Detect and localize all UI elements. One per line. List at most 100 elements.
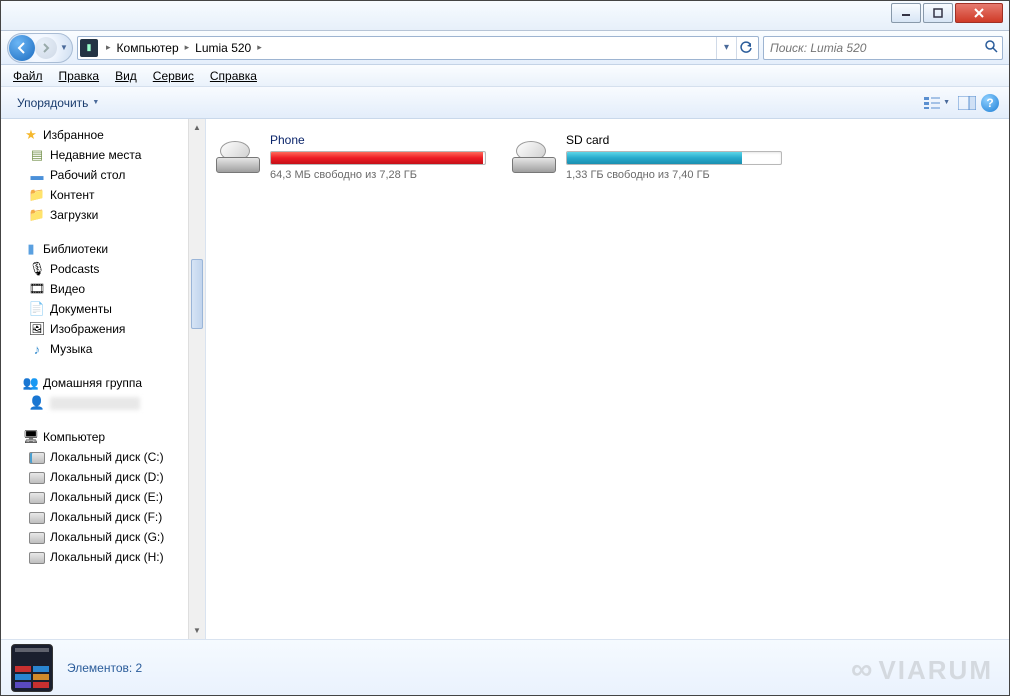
libraries-icon: ▮ bbox=[23, 241, 39, 257]
user-icon: 👤 bbox=[29, 395, 45, 411]
capacity-text: 1,33 ГБ свободно из 7,40 ГБ bbox=[566, 169, 782, 181]
drive-name: Phone bbox=[270, 133, 486, 147]
favorites-label: Избранное bbox=[43, 128, 104, 142]
sidebar-item-pictures[interactable]: 🖼Изображения bbox=[9, 319, 205, 339]
navigation-pane: ★ Избранное ▤Недавние места ▬Рабочий сто… bbox=[1, 119, 206, 639]
organize-button[interactable]: Упорядочить ▼ bbox=[11, 92, 105, 114]
drive-icon bbox=[29, 509, 45, 525]
nav-scrollbar[interactable]: ▲ ▼ bbox=[188, 119, 205, 639]
content-area: Phone 64,3 МБ свободно из 7,28 ГБ SD car… bbox=[206, 119, 1009, 639]
view-icon bbox=[923, 96, 941, 110]
organize-label: Упорядочить bbox=[17, 96, 88, 110]
minimize-button[interactable] bbox=[891, 3, 921, 23]
desktop-icon: ▬ bbox=[29, 167, 45, 183]
forward-button[interactable] bbox=[35, 37, 57, 59]
scroll-thumb[interactable] bbox=[191, 259, 203, 329]
watermark-text: VIARUM bbox=[878, 655, 993, 686]
chevron-down-icon: ▼ bbox=[92, 99, 99, 106]
sidebar-item-podcasts[interactable]: 🎙Podcasts bbox=[9, 259, 205, 279]
computer-icon: 🖥 bbox=[23, 429, 39, 445]
navigation-bar: ▼ ▮ ▸ Компьютер ▸ Lumia 520 ▸ ▾ bbox=[1, 31, 1009, 65]
help-button[interactable]: ? bbox=[981, 94, 999, 112]
drive-item-phone[interactable]: Phone 64,3 МБ свободно из 7,28 ГБ bbox=[216, 133, 486, 181]
search-icon[interactable] bbox=[980, 39, 1002, 56]
homegroup-icon: 👥 bbox=[23, 375, 39, 391]
search-box[interactable] bbox=[763, 36, 1003, 60]
drive-icon bbox=[29, 449, 45, 465]
drive-name: SD card bbox=[566, 133, 782, 147]
pictures-icon: 🖼 bbox=[29, 321, 45, 337]
chevron-right-icon: ▸ bbox=[102, 42, 115, 53]
libraries-label: Библиотеки bbox=[43, 242, 108, 256]
menu-view[interactable]: Вид bbox=[107, 67, 145, 85]
device-icon: ▮ bbox=[80, 39, 98, 57]
scroll-down-button[interactable]: ▼ bbox=[189, 622, 205, 639]
sidebar-item-drive-c[interactable]: Локальный диск (C:) bbox=[9, 447, 205, 467]
chevron-right-icon: ▸ bbox=[181, 42, 194, 53]
sidebar-item-drive-d[interactable]: Локальный диск (D:) bbox=[9, 467, 205, 487]
window-titlebar bbox=[1, 1, 1009, 31]
drive-item-sdcard[interactable]: SD card 1,33 ГБ свободно из 7,40 ГБ bbox=[512, 133, 782, 181]
sidebar-item-drive-f[interactable]: Локальный диск (F:) bbox=[9, 507, 205, 527]
sidebar-item-documents[interactable]: 📄Документы bbox=[9, 299, 205, 319]
scroll-up-button[interactable]: ▲ bbox=[189, 119, 205, 136]
sidebar-item-recent[interactable]: ▤Недавние места bbox=[9, 145, 205, 165]
back-button[interactable] bbox=[9, 35, 35, 61]
sidebar-item-music[interactable]: ♪Музыка bbox=[9, 339, 205, 359]
sidebar-item-video[interactable]: 🎞Видео bbox=[9, 279, 205, 299]
folder-icon: 📁 bbox=[29, 187, 45, 203]
breadcrumb-root[interactable]: Компьютер bbox=[115, 41, 181, 55]
drive-icon bbox=[216, 143, 260, 177]
search-input[interactable] bbox=[764, 41, 980, 55]
menu-edit[interactable]: Правка bbox=[51, 67, 108, 85]
sidebar-item-user[interactable]: 👤 bbox=[9, 393, 205, 413]
drive-icon bbox=[29, 549, 45, 565]
downloads-icon: 📁 bbox=[29, 207, 45, 223]
favorites-header[interactable]: ★ Избранное bbox=[9, 125, 205, 145]
sidebar-item-drive-g[interactable]: Локальный диск (G:) bbox=[9, 527, 205, 547]
command-bar: Упорядочить ▼ ▼ ? bbox=[1, 87, 1009, 119]
menu-tools[interactable]: Сервис bbox=[145, 67, 202, 85]
menu-bar: Файл Правка Вид Сервис Справка bbox=[1, 65, 1009, 87]
video-icon: 🎞 bbox=[29, 281, 45, 297]
sidebar-item-downloads[interactable]: 📁Загрузки bbox=[9, 205, 205, 225]
capacity-bar bbox=[270, 151, 486, 165]
maximize-button[interactable] bbox=[923, 3, 953, 23]
chevron-right-icon: ▸ bbox=[253, 42, 266, 53]
history-dropdown[interactable]: ▼ bbox=[57, 35, 71, 61]
close-button[interactable] bbox=[955, 3, 1003, 23]
podcast-icon: 🎙 bbox=[29, 261, 45, 277]
drive-icon bbox=[29, 529, 45, 545]
refresh-button[interactable] bbox=[736, 37, 756, 59]
chevron-down-icon: ▼ bbox=[943, 99, 950, 106]
menu-help[interactable]: Справка bbox=[202, 67, 265, 85]
sidebar-item-drive-e[interactable]: Локальный диск (E:) bbox=[9, 487, 205, 507]
preview-pane-button[interactable] bbox=[955, 91, 979, 115]
sidebar-item-content[interactable]: 📁Контент bbox=[9, 185, 205, 205]
infinity-icon: ∞ bbox=[851, 653, 874, 687]
capacity-text: 64,3 МБ свободно из 7,28 ГБ bbox=[270, 169, 486, 181]
menu-file[interactable]: Файл bbox=[5, 67, 51, 85]
homegroup-label: Домашняя группа bbox=[43, 376, 142, 390]
details-summary: Элементов: 2 bbox=[67, 661, 142, 675]
watermark: ∞ VIARUM bbox=[851, 653, 993, 687]
computer-header[interactable]: 🖥 Компьютер bbox=[9, 427, 205, 447]
sidebar-item-desktop[interactable]: ▬Рабочий стол bbox=[9, 165, 205, 185]
music-icon: ♪ bbox=[29, 341, 45, 357]
address-dropdown[interactable]: ▾ bbox=[716, 37, 736, 59]
device-thumbnail bbox=[11, 644, 53, 692]
computer-label: Компьютер bbox=[43, 430, 105, 444]
view-options-button[interactable]: ▼ bbox=[920, 93, 953, 113]
breadcrumb-folder[interactable]: Lumia 520 bbox=[193, 41, 253, 55]
sidebar-item-drive-h[interactable]: Локальный диск (H:) bbox=[9, 547, 205, 567]
document-icon: 📄 bbox=[29, 301, 45, 317]
address-bar[interactable]: ▮ ▸ Компьютер ▸ Lumia 520 ▸ ▾ bbox=[77, 36, 759, 60]
drive-icon bbox=[29, 489, 45, 505]
capacity-bar bbox=[566, 151, 782, 165]
drive-icon bbox=[512, 143, 556, 177]
recent-icon: ▤ bbox=[29, 147, 45, 163]
libraries-header[interactable]: ▮ Библиотеки bbox=[9, 239, 205, 259]
star-icon: ★ bbox=[23, 127, 39, 143]
homegroup-header[interactable]: 👥 Домашняя группа bbox=[9, 373, 205, 393]
drive-icon bbox=[29, 469, 45, 485]
